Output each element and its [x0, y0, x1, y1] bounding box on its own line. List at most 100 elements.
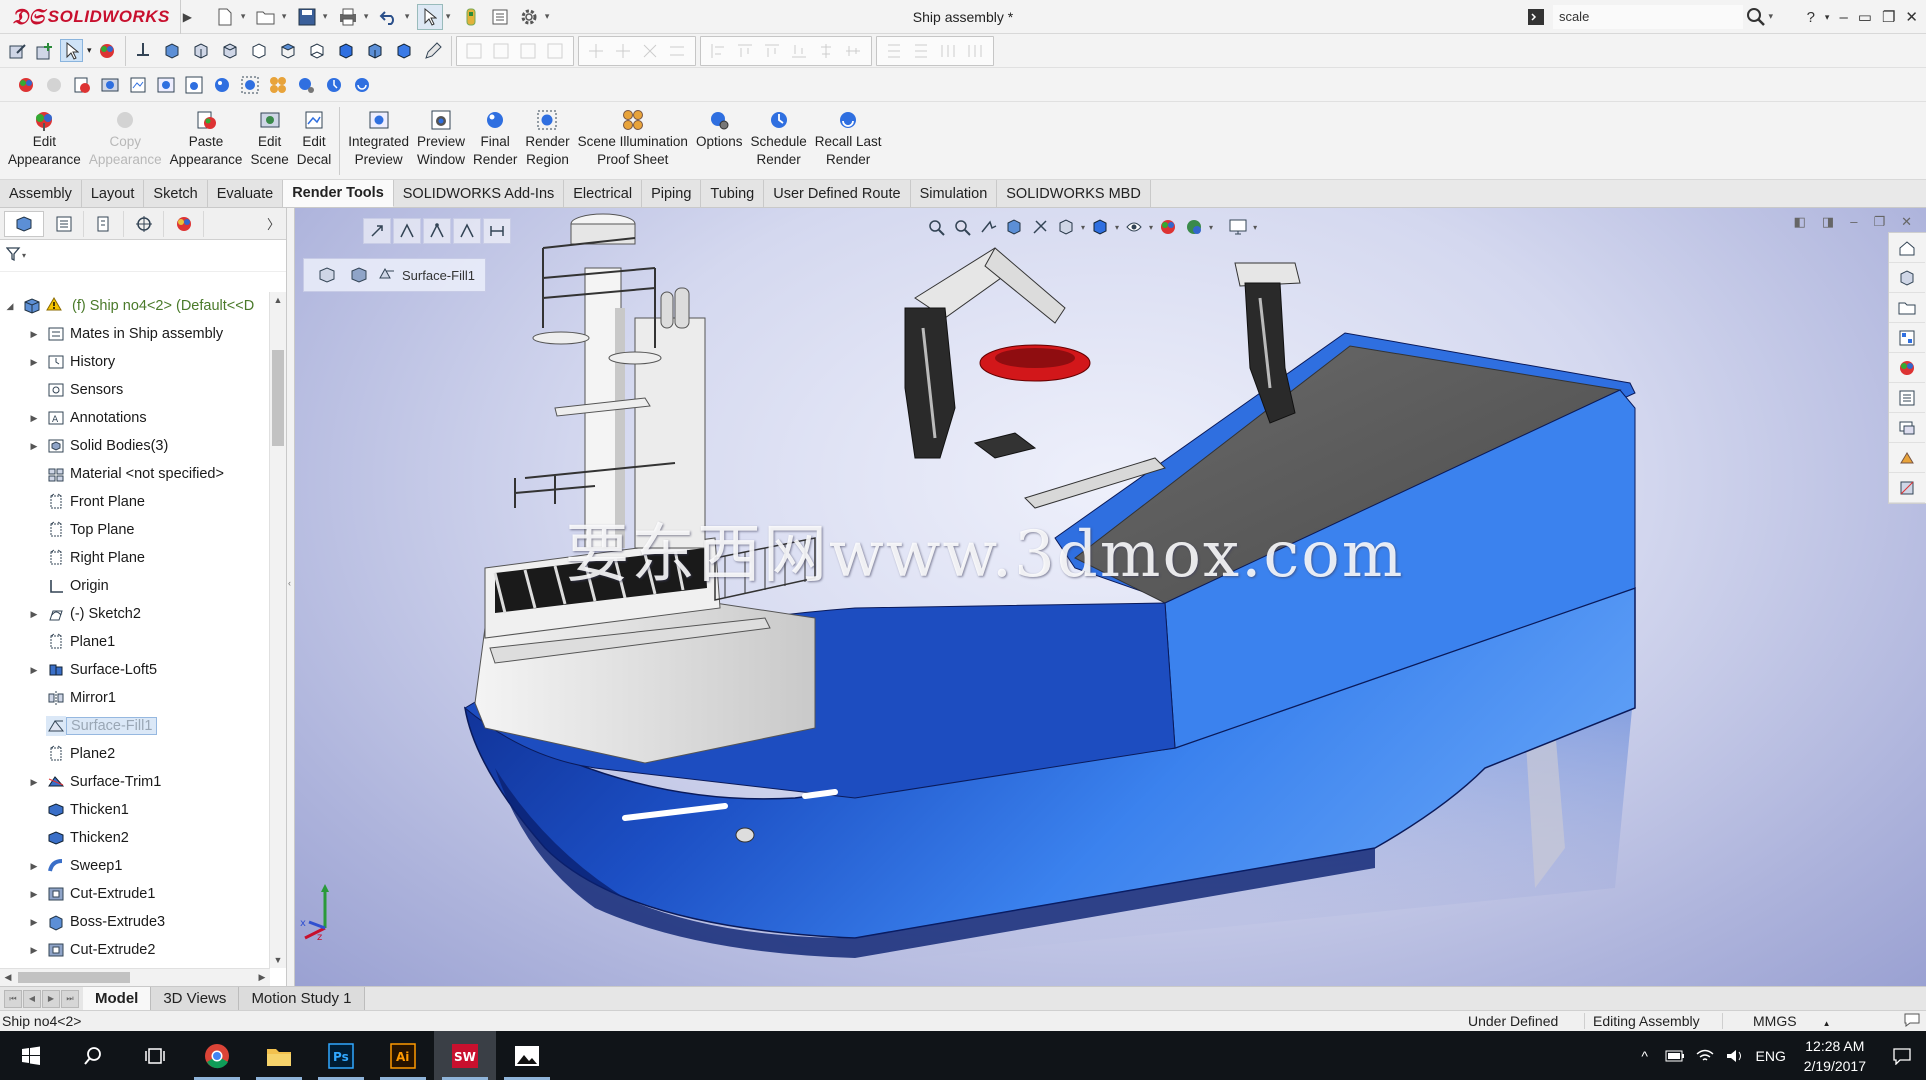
expand-icon[interactable]: ▶ — [28, 861, 40, 872]
start-icon[interactable] — [0, 1031, 62, 1080]
forum-icon[interactable] — [1889, 413, 1925, 443]
tab-simulation[interactable]: Simulation — [910, 180, 998, 207]
help-dropdown-icon[interactable]: ▾ — [1825, 12, 1830, 23]
select-tool-icon[interactable] — [60, 39, 83, 62]
dynamic-annotation-icon[interactable] — [1029, 216, 1051, 238]
tree-item-plane2[interactable]: Plane2 — [0, 740, 270, 768]
appearance-icon[interactable] — [96, 39, 119, 62]
edit-scene-button[interactable]: Edit Scene — [246, 102, 292, 169]
select-tool-dropdown-icon[interactable]: ▾ — [87, 45, 92, 56]
scroll-up-icon[interactable]: ▲ — [270, 292, 286, 308]
tree-item-plane1[interactable]: Plane1 — [0, 628, 270, 656]
edit-appearance-hud-icon[interactable] — [1157, 216, 1179, 238]
scroll-right-icon[interactable]: ▶ — [254, 969, 270, 986]
viewport-split-left-icon[interactable]: ◧ — [1794, 214, 1806, 230]
tab-tubing[interactable]: Tubing — [701, 180, 765, 207]
view-right-icon[interactable] — [248, 39, 271, 62]
search-dropdown-icon[interactable]: ▾ — [1768, 11, 1773, 22]
select-cursor-icon[interactable] — [416, 3, 443, 30]
tab-render-tools[interactable]: Render Tools — [283, 180, 394, 207]
hscroll-thumb[interactable] — [18, 972, 130, 983]
expand-icon[interactable]: ▶ — [28, 329, 40, 340]
tab-solidworks-add-ins[interactable]: SOLIDWORKS Add-Ins — [393, 180, 565, 207]
help-icon[interactable]: ? — [1807, 9, 1815, 26]
filter-dimension-icon[interactable] — [483, 218, 511, 244]
tree-item-mates-in-ship-assembly[interactable]: ▶ Mates in Ship assembly — [0, 320, 270, 348]
tab-solidworks-mbd[interactable]: SOLIDWORKS MBD — [997, 180, 1151, 207]
property-manager-tab-icon[interactable] — [44, 210, 84, 237]
tree-item-sketch2[interactable]: ▶ (-) Sketch2 — [0, 600, 270, 628]
bottom-tab-model[interactable]: Model — [83, 987, 152, 1010]
new-dropdown-icon[interactable]: ▾ — [241, 11, 250, 22]
photos-icon[interactable] — [496, 1031, 558, 1080]
action-center-icon[interactable] — [1878, 1031, 1926, 1080]
tree-root-item[interactable]: ◢ (f) Ship no4<2> (Default<<D — [0, 292, 270, 320]
tree-item-solid-bodies-3[interactable]: ▶ Solid Bodies(3) — [0, 432, 270, 460]
integrated-preview-small-icon[interactable] — [154, 73, 177, 96]
mate-icon[interactable] — [132, 39, 155, 62]
open-folder-icon[interactable] — [253, 4, 279, 30]
tree-item-sensors[interactable]: Sensors — [0, 376, 270, 404]
expand-icon[interactable]: ▶ — [28, 665, 40, 676]
space-1-icon[interactable] — [883, 39, 906, 62]
breadcrumb-body-icon[interactable] — [346, 263, 372, 287]
save-icon[interactable] — [294, 4, 320, 30]
view-palette-icon[interactable] — [1889, 323, 1925, 353]
hide-show-items-icon[interactable] — [1123, 216, 1145, 238]
restore-icon[interactable]: ▭ — [1858, 8, 1872, 26]
graphics-area[interactable]: Surface-Fill1 ▾ ▾ ▾ ▾ ▾ ◧ ◨ – ❐ ✕ 要东西网ww… — [295, 208, 1926, 986]
filter-edge-icon[interactable] — [393, 218, 421, 244]
toolbox-icon[interactable] — [1889, 443, 1925, 473]
tile-icon[interactable]: ❐ — [1882, 8, 1895, 26]
trimetric-view-icon[interactable] — [364, 39, 387, 62]
distribute-5-icon[interactable] — [815, 39, 838, 62]
tree-vertical-scrollbar[interactable]: ▲ ▼ — [269, 292, 286, 968]
status-message-icon[interactable] — [1904, 1013, 1920, 1030]
options-small-icon[interactable] — [294, 73, 317, 96]
expand-icon[interactable]: ▶ — [28, 889, 40, 900]
tree-item-thicken1[interactable]: Thicken1 — [0, 796, 270, 824]
tree-item-material-not-specified[interactable]: Material <not specified> — [0, 460, 270, 488]
view-orientation-dropdown-icon[interactable]: ▾ — [1081, 223, 1085, 232]
view-front-icon[interactable] — [161, 39, 184, 62]
space-4-icon[interactable] — [964, 39, 987, 62]
edit-scene-small-icon[interactable] — [98, 73, 121, 96]
view-left-icon[interactable] — [219, 39, 242, 62]
collapse-icon[interactable]: ◢ — [4, 301, 16, 312]
tree-horizontal-scrollbar[interactable]: ◀ ▶ — [0, 968, 270, 986]
chrome-icon[interactable] — [186, 1031, 248, 1080]
filter-vertex-icon[interactable] — [423, 218, 451, 244]
show-hidden-icons-icon[interactable]: ^ — [1630, 1031, 1660, 1080]
paste-appearance-button[interactable]: Paste Appearance — [166, 102, 247, 169]
tree-item-front-plane[interactable]: Front Plane — [0, 488, 270, 516]
viewport-split-right-icon[interactable]: ◨ — [1822, 214, 1834, 230]
rebuild-icon[interactable] — [458, 4, 484, 30]
open-dropdown-icon[interactable]: ▾ — [282, 11, 291, 22]
expand-icon[interactable]: ▶ — [28, 945, 40, 956]
copy-appearance-button[interactable]: Copy Appearance — [85, 102, 166, 169]
scroll-thumb[interactable] — [272, 350, 284, 446]
filter-face-icon[interactable] — [453, 218, 481, 244]
final-render-button[interactable]: Final Render — [469, 102, 521, 169]
design-library-icon[interactable] — [1889, 263, 1925, 293]
view-top-icon[interactable] — [277, 39, 300, 62]
splitter-grip-icon[interactable]: ‹ — [288, 578, 291, 588]
command-search-icon[interactable] — [1525, 6, 1547, 28]
unit-system-selector[interactable]: MMGS ▲ — [1722, 1013, 1882, 1029]
edit-decal-small-icon[interactable] — [126, 73, 149, 96]
wifi-icon[interactable] — [1690, 1031, 1720, 1080]
display-style-icon[interactable] — [1089, 216, 1111, 238]
options-dropdown-icon[interactable]: ▾ — [545, 11, 554, 22]
display-style-dropdown-icon[interactable]: ▾ — [1115, 223, 1119, 232]
expand-icon[interactable]: ▶ — [28, 413, 40, 424]
space-2-icon[interactable] — [910, 39, 933, 62]
tab-evaluate[interactable]: Evaluate — [207, 180, 284, 207]
expand-icon[interactable]: ▶ — [28, 777, 40, 788]
tree-item-thicken2[interactable]: Thicken2 — [0, 824, 270, 852]
new-document-icon[interactable] — [212, 4, 238, 30]
align-3-icon[interactable] — [517, 39, 540, 62]
photoshop-icon[interactable]: Ps — [310, 1031, 372, 1080]
undo-dropdown-icon[interactable]: ▾ — [405, 11, 414, 22]
tree-item-mirror1[interactable]: Mirror1 — [0, 684, 270, 712]
distribute-1-icon[interactable] — [707, 39, 730, 62]
